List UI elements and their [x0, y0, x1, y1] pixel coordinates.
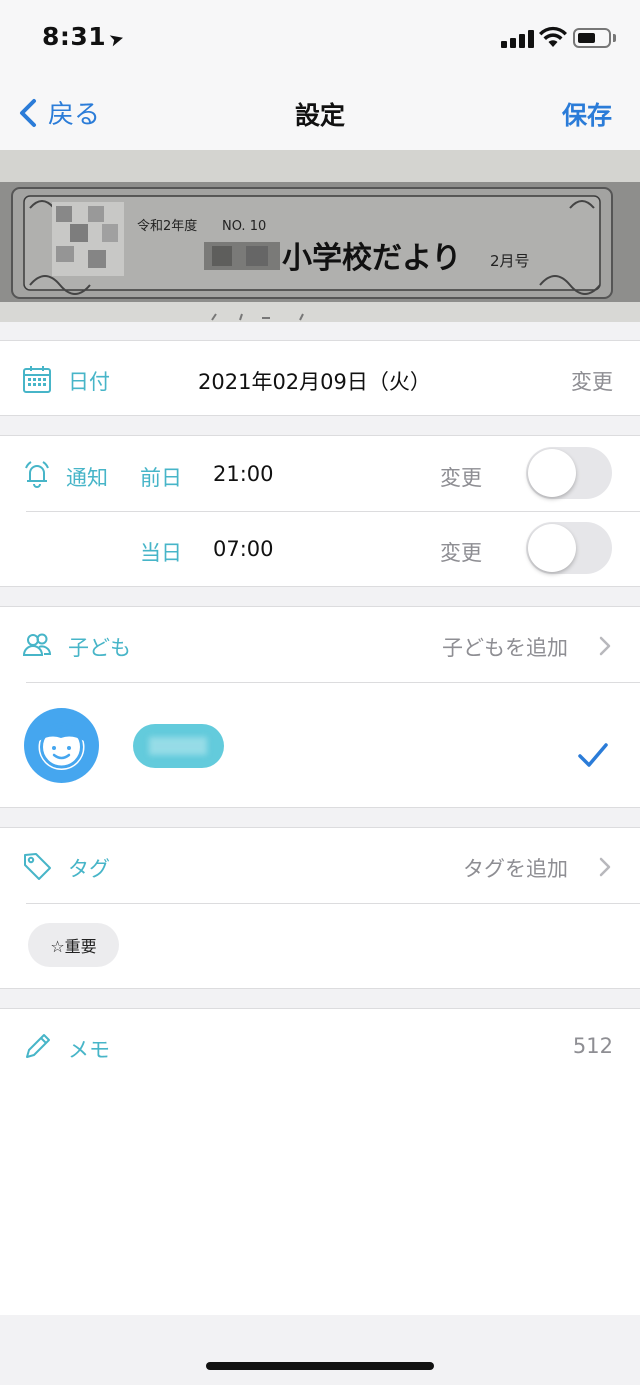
bottom-safe-area [0, 1315, 640, 1385]
children-icon [22, 633, 52, 656]
navigation-bar: 戻る 設定 保存 [0, 78, 640, 150]
document-photo: 令和2年度 NO. 10 小学校だより 2月号 [0, 150, 640, 322]
notify-time: 21:00 [213, 462, 274, 486]
notification-section: 通知 前日 21:00 変更 当日 07:00 変更 [0, 435, 640, 587]
add-child-button[interactable]: 子どもを追加 [442, 632, 568, 662]
add-tag-button[interactable]: タグを追加 [463, 853, 568, 883]
photo-blurred-logo [52, 202, 124, 276]
chevron-right-icon [599, 636, 611, 656]
memo-char-count: 512 [572, 1034, 613, 1058]
calendar-icon [23, 366, 51, 393]
tag-label: タグ [68, 857, 110, 881]
notify-row-same-day: 当日 07:00 変更 [0, 511, 640, 586]
tag-header-row[interactable]: タグ タグを追加 [0, 828, 640, 903]
chevron-right-icon [599, 857, 611, 877]
notify-change-button[interactable]: 変更 [440, 462, 482, 492]
date-value: 2021年02月09日（火） [198, 370, 431, 394]
photo-month: 2月号 [490, 252, 530, 270]
checkmark-icon [578, 743, 608, 767]
memo-section: メモ 512 [0, 1008, 640, 1316]
date-section: 日付 2021年02月09日（火） 変更 [0, 340, 640, 416]
children-header-row[interactable]: 子ども 子どもを追加 [0, 607, 640, 682]
memo-header-row: メモ 512 [0, 1009, 640, 1084]
notify-day-label: 当日 [140, 541, 182, 565]
wifi-icon [539, 26, 567, 47]
home-indicator[interactable] [206, 1362, 434, 1370]
notify-time: 07:00 [213, 537, 274, 561]
child-name-pill [133, 724, 224, 768]
photo-era-text: 令和2年度 [137, 218, 197, 234]
date-label: 日付 [68, 370, 110, 394]
notify-row-prev-day: 通知 前日 21:00 変更 [0, 436, 640, 511]
pencil-icon [26, 1034, 50, 1058]
date-change-button[interactable]: 変更 [571, 366, 613, 396]
children-section: 子ども 子どもを追加 [0, 606, 640, 808]
tag-chip[interactable]: ☆重要 [28, 923, 119, 967]
notify-toggle-prev-day[interactable] [526, 447, 612, 499]
child-avatar [24, 708, 99, 783]
tag-section: タグ タグを追加 ☆重要 [0, 827, 640, 989]
battery-icon [573, 28, 611, 48]
tag-list: ☆重要 [0, 903, 640, 989]
photo-issue-number: NO. 10 [222, 219, 266, 234]
status-time: 8:31➤ [42, 22, 128, 52]
signal-icon [501, 30, 535, 48]
child-face-icon [38, 722, 85, 770]
location-arrow-icon: ➤ [106, 27, 128, 52]
notify-change-button[interactable]: 変更 [440, 537, 482, 567]
memo-textarea[interactable] [0, 1084, 640, 1314]
status-bar: 8:31➤ [0, 0, 640, 78]
photo-headline: 小学校だより [282, 241, 461, 276]
notify-day-label: 前日 [140, 466, 182, 490]
notify-label: 通知 [66, 466, 108, 490]
page-title: 設定 [294, 101, 345, 130]
notify-toggle-same-day[interactable] [526, 522, 612, 574]
memo-label: メモ [68, 1038, 110, 1062]
children-label: 子ども [68, 636, 131, 660]
date-row: 日付 2021年02月09日（火） 変更 [0, 341, 640, 416]
child-item[interactable] [0, 682, 640, 808]
tag-icon [24, 853, 51, 880]
save-button[interactable]: 保存 [562, 96, 612, 132]
alarm-bell-icon [25, 461, 49, 488]
